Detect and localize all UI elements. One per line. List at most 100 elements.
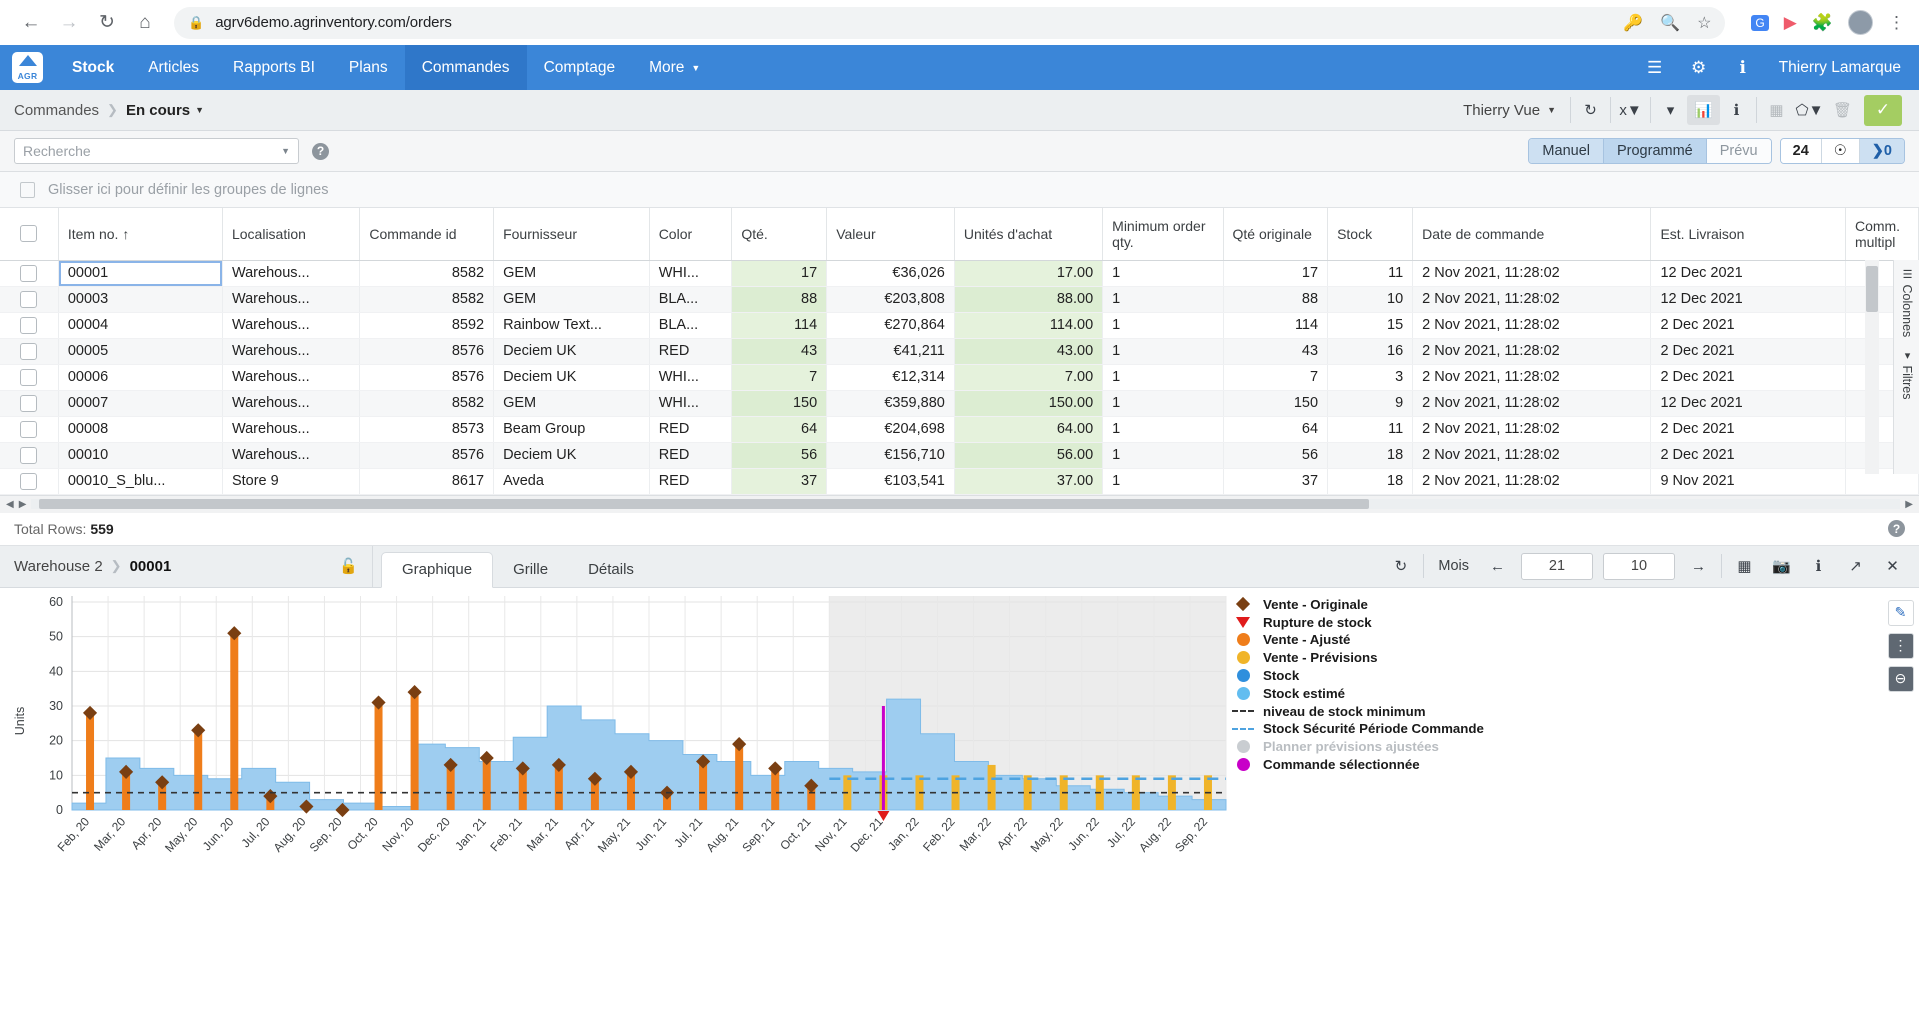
col-qte[interactable]: Qté. (731, 208, 828, 261)
remove-icon[interactable]: ⊖ (1887, 665, 1914, 692)
col-commande-id[interactable]: Commande id (359, 208, 495, 261)
chevron-down-icon[interactable]: ▼ (281, 146, 290, 156)
info-icon[interactable]: ℹ (1721, 45, 1765, 90)
gear-icon[interactable]: ⚙ (1677, 45, 1721, 90)
chevron-down-icon[interactable]: ▼ (195, 105, 204, 115)
filter-icon[interactable]: ▾ (1654, 95, 1687, 125)
table-row[interactable]: 00010_S_blu... Store 9 8617 Aveda RED 37 €103,… (0, 468, 1919, 495)
unlock-icon[interactable]: 🔓 (339, 557, 358, 575)
row-checkbox[interactable] (0, 338, 59, 365)
agr-logo[interactable]: AGR (0, 45, 55, 90)
chart-svg[interactable]: 0102030405060Feb, 20Mar, 20 Apr, 20May, 2… (0, 588, 1240, 864)
cell-commande-id[interactable]: 8576 (359, 364, 495, 391)
calculator-icon[interactable]: ▦ (1760, 95, 1793, 125)
table-row[interactable]: 00005 Warehous... 8576 Deciem UK RED 43 €41,21… (0, 338, 1919, 365)
forward-arrow-icon[interactable]: → (52, 6, 86, 40)
cell-commande-id[interactable]: 8592 (359, 312, 495, 339)
more-options-icon[interactable]: ⋮ (1887, 632, 1914, 659)
col-item-no[interactable]: Item no. ↑ (58, 208, 223, 261)
cell-commande-id[interactable]: 8582 (359, 260, 495, 287)
cell-commande-id[interactable]: 8576 (359, 442, 495, 469)
side-tab-filtres[interactable]: ▾ Filtres (1894, 345, 1919, 404)
tab-graphique[interactable]: Graphique (381, 551, 494, 588)
list-view-icon[interactable]: ☰ (1633, 45, 1677, 90)
nav-item-more[interactable]: More ▼ (632, 45, 717, 90)
avatar[interactable] (1848, 10, 1873, 35)
tab-details[interactable]: Détails (568, 553, 654, 587)
chart-icon[interactable]: 📊 (1687, 95, 1720, 125)
nav-item-articles[interactable]: Articles (131, 45, 216, 90)
row-checkbox[interactable] (0, 468, 59, 495)
scroll-right-small-icon[interactable]: ▶ (19, 499, 27, 510)
translate-icon[interactable]: G (1751, 14, 1769, 31)
reload-icon[interactable]: ↻ (90, 6, 124, 40)
h-scrollbar-thumb[interactable] (39, 499, 1370, 509)
confirm-button[interactable]: ✓ (1864, 94, 1902, 126)
puzzle-icon[interactable]: 🧩 (1812, 13, 1833, 33)
legend-item[interactable]: Vente - Originale (1232, 596, 1484, 614)
row-group-panel[interactable]: Glisser ici pour définir les groupes de … (0, 172, 1919, 208)
row-checkbox[interactable] (0, 390, 59, 417)
legend-item[interactable]: Commande sélectionnée (1232, 756, 1484, 774)
mode-manuel-button[interactable]: Manuel (1529, 139, 1604, 163)
cell-commande-id[interactable]: 8573 (359, 416, 495, 443)
col-fournisseur[interactable]: Fournisseur (493, 208, 650, 261)
tab-grille[interactable]: Grille (493, 553, 568, 587)
col-unites-achat[interactable]: Unités d'achat (954, 208, 1104, 261)
select-all-header[interactable] (0, 208, 59, 261)
cell-commande-id[interactable]: 8582 (359, 390, 495, 417)
col-localisation[interactable]: Localisation (222, 208, 361, 261)
cell-commande-id[interactable]: 8582 (359, 286, 495, 313)
legend-item[interactable]: Planner prévisions ajustées (1232, 738, 1484, 756)
popout-icon[interactable]: ↗ (1837, 551, 1874, 581)
table-view-icon[interactable]: ▦ (1726, 551, 1763, 581)
legend-item[interactable]: Stock (1232, 667, 1484, 685)
close-icon[interactable]: ✕ (1874, 551, 1911, 581)
table-row[interactable]: 00006 Warehous... 8576 Deciem UK WHI... 7 €12,… (0, 364, 1919, 391)
image-export-icon[interactable]: 📷 (1763, 551, 1800, 581)
key-icon[interactable]: 🔑 (1623, 13, 1643, 33)
address-bar[interactable]: 🔒 agrv6demo.agrinventory.com/orders 🔑 🔍 … (174, 6, 1726, 39)
legend-item[interactable]: Vente - Ajusté (1232, 631, 1484, 649)
scroll-left-icon[interactable]: ◀ (6, 499, 14, 510)
select-all-checkbox[interactable] (20, 225, 38, 243)
search-input[interactable]: Recherche ▼ (14, 138, 299, 164)
legend-item[interactable]: Stock estimé (1232, 684, 1484, 702)
nav-item-rapports-bi[interactable]: Rapports BI (216, 45, 332, 90)
table-row[interactable]: 00004 Warehous... 8592 Rainbow Text... BLA..… (0, 312, 1919, 339)
grid-horizontal-scrollbar[interactable]: ◀ ▶ ▶ (0, 494, 1919, 513)
col-minimum-order-qty[interactable]: Minimum order qty. (1102, 208, 1224, 261)
view-selector[interactable]: Thierry Vue ▼ (1449, 102, 1570, 119)
table-row[interactable]: 00001 Warehous... 8582 GEM WHI... 17 €36,026 17… (0, 260, 1919, 287)
info-icon[interactable]: ℹ (1720, 95, 1753, 125)
period-back-input[interactable]: 21 (1521, 552, 1593, 580)
legend-item[interactable]: niveau de stock minimum (1232, 702, 1484, 720)
table-row[interactable]: 00007 Warehous... 8582 GEM WHI... 150 €359,880… (0, 390, 1919, 417)
col-valeur[interactable]: Valeur (826, 208, 955, 261)
row-checkbox[interactable] (0, 416, 59, 443)
grid-vertical-scrollbar[interactable] (1865, 260, 1879, 474)
row-checkbox[interactable] (0, 260, 59, 287)
breadcrumb-root[interactable]: Commandes (14, 102, 99, 119)
home-icon[interactable]: ⌂ (128, 6, 162, 40)
col-color[interactable]: Color (649, 208, 733, 261)
back-arrow-icon[interactable]: ← (14, 6, 48, 40)
refresh-icon[interactable]: ↻ (1574, 95, 1607, 125)
mode-prevu-button[interactable]: Prévu (1706, 139, 1771, 163)
period-back-arrow-icon[interactable]: ← (1479, 551, 1516, 581)
edit-icon[interactable]: ✎ (1887, 599, 1914, 626)
row-checkbox[interactable] (0, 312, 59, 339)
refresh-icon[interactable]: ↻ (1382, 551, 1419, 581)
row-checkbox[interactable] (0, 286, 59, 313)
table-row[interactable]: 00003 Warehous... 8582 GEM BLA... 88 €203,808 8… (0, 286, 1919, 313)
delete-icon[interactable]: 🗑 (1826, 95, 1859, 125)
arrow-count-badge[interactable]: ❯ 0 (1859, 139, 1904, 163)
table-row[interactable]: 00008 Warehous... 8573 Beam Group RED 64 €204,… (0, 416, 1919, 443)
info-icon[interactable]: ℹ (1800, 551, 1837, 581)
user-name[interactable]: Thierry Lamarque (1765, 45, 1919, 90)
nav-item-comptage[interactable]: Comptage (527, 45, 633, 90)
grid-scrollbar-thumb[interactable] (1866, 266, 1878, 312)
col-est-livraison[interactable]: Est. Livraison (1650, 208, 1846, 261)
kebab-menu-icon[interactable]: ⋮ (1888, 13, 1905, 33)
media-extension-icon[interactable]: ▶ (1784, 13, 1797, 33)
